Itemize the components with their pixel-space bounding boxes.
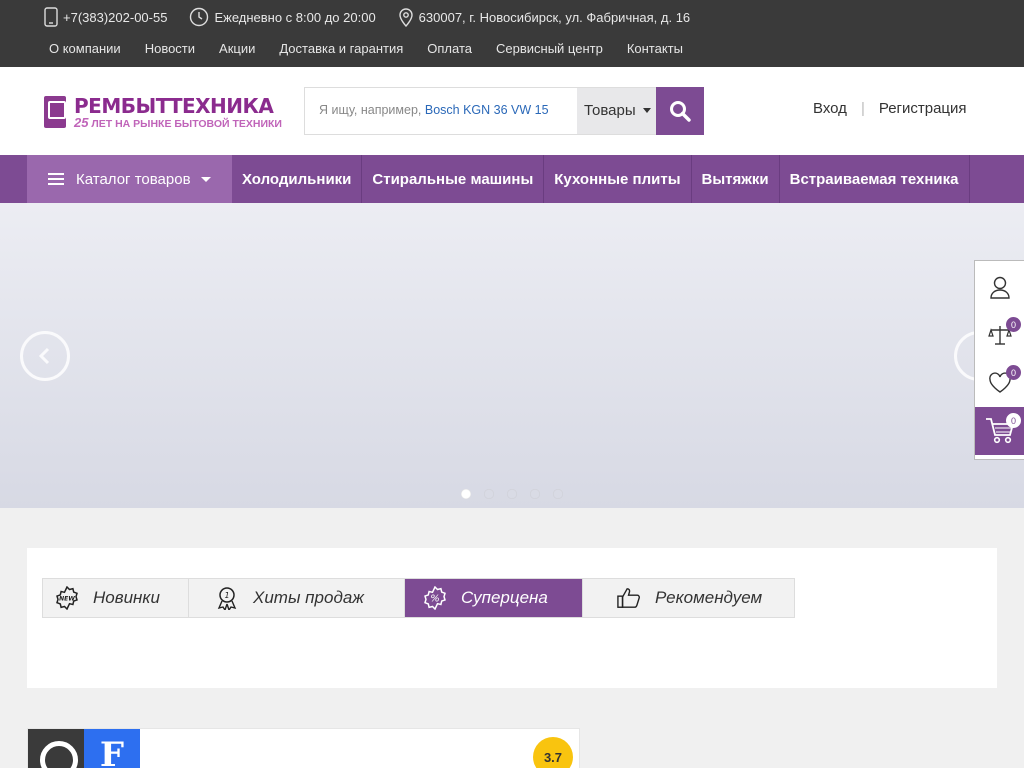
banner-slider: [0, 203, 1024, 508]
rating-badge: 3.7: [533, 737, 573, 768]
tab-label: Суперцена: [461, 588, 548, 607]
top-menu-news[interactable]: Новости: [145, 41, 195, 56]
catalog-button[interactable]: Каталог товаров: [27, 155, 232, 203]
nav-item-stoves[interactable]: Кухонные плиты: [544, 155, 692, 203]
favorites-button[interactable]: 0: [975, 359, 1024, 407]
slider-dot[interactable]: [507, 489, 517, 499]
search-scope-select[interactable]: Товары: [577, 88, 657, 134]
login-link[interactable]: Вход: [813, 100, 847, 117]
main-nav: Каталог товаров Холодильники Стиральные …: [0, 155, 1024, 203]
auth-links: Вход | Регистрация: [813, 100, 967, 117]
cart-count: 0: [1006, 413, 1021, 428]
tab-label: Хиты продаж: [253, 588, 364, 607]
product-tabs: NEW Новинки 1 Хиты продаж % Суперцена Ре…: [42, 578, 795, 618]
cart-button[interactable]: 0: [975, 407, 1024, 455]
address: 630007, г. Новосибирск, ул. Фабричная, д…: [418, 9, 691, 25]
nav-item-washing-machines[interactable]: Стиральные машины: [362, 155, 545, 203]
favorites-count: 0: [1006, 365, 1021, 380]
svg-text:NEW: NEW: [59, 596, 75, 603]
nav-item-built-in[interactable]: Встраиваемая техника: [780, 155, 970, 203]
tab-recommended[interactable]: Рекомендуем: [583, 579, 794, 617]
location-pin-icon: [398, 8, 413, 27]
menu-icon: [48, 170, 64, 188]
percent-icon: %: [423, 586, 447, 610]
search-icon: [670, 101, 691, 122]
logo-mark-icon: [44, 96, 66, 128]
register-link[interactable]: Регистрация: [879, 100, 967, 117]
tab-label: Рекомендуем: [655, 588, 763, 607]
top-menu-delivery[interactable]: Доставка и гарантия: [279, 41, 403, 56]
slider-prev-button[interactable]: [20, 331, 70, 381]
brand-logo[interactable]: F: [84, 729, 140, 768]
logo-tagline: 25 ЛЕТ НА РЫНКЕ БЫТОВОЙ ТЕХНИКИ: [74, 115, 282, 130]
tab-bestsellers[interactable]: 1 Хиты продаж: [189, 579, 405, 617]
svg-text:%: %: [430, 594, 440, 605]
profile-button[interactable]: [975, 263, 1024, 311]
top-menu-service[interactable]: Сервисный центр: [496, 41, 603, 56]
top-bar: +7(383)202-00-55 Ежедневно с 8:00 до 20:…: [0, 0, 1024, 67]
tab-new[interactable]: NEW Новинки: [43, 579, 189, 617]
slider-dot[interactable]: [530, 489, 540, 499]
floating-panel: 0 0 0: [974, 260, 1024, 460]
top-menu-about[interactable]: О компании: [49, 41, 121, 56]
nav-item-refrigerators[interactable]: Холодильники: [232, 155, 363, 203]
slider-dot[interactable]: [461, 489, 471, 499]
nav-item-hoods[interactable]: Вытяжки: [692, 155, 780, 203]
search-scope-label: Товары: [584, 102, 636, 119]
top-menu-contacts[interactable]: Контакты: [627, 41, 683, 56]
slider-dot[interactable]: [484, 489, 494, 499]
user-icon: [989, 276, 1010, 299]
working-hours: Ежедневно с 8:00 до 20:00: [214, 9, 376, 25]
tab-label: Новинки: [93, 588, 160, 607]
slider-dots: [461, 489, 576, 499]
chevron-left-icon: [38, 347, 50, 365]
service-logo-icon[interactable]: [28, 729, 84, 768]
new-badge-icon: NEW: [55, 586, 79, 610]
svg-text:1: 1: [224, 591, 229, 600]
contact-info: +7(383)202-00-55 Ежедневно с 8:00 до 20:…: [44, 7, 712, 27]
hours-contact: Ежедневно с 8:00 до 20:00: [189, 7, 376, 27]
search-bar: Я ищу, например, Bosch KGN 36 VW 15 Това…: [304, 87, 704, 135]
chevron-down-icon: [643, 108, 651, 113]
phone-contact[interactable]: +7(383)202-00-55: [44, 7, 167, 27]
divider: |: [860, 100, 865, 117]
phone-icon: [44, 7, 58, 27]
review-widget: F 3.7: [27, 728, 580, 768]
header: РЕМБЫТТЕХНИКА 25 ЛЕТ НА РЫНКЕ БЫТОВОЙ ТЕ…: [0, 67, 1024, 155]
tab-superprice[interactable]: % Суперцена: [405, 579, 583, 617]
phone-number[interactable]: +7(383)202-00-55: [63, 10, 167, 25]
site-logo[interactable]: РЕМБЫТТЕХНИКА 25 ЛЕТ НА РЫНКЕ БЫТОВОЙ ТЕ…: [44, 94, 282, 130]
catalog-label: Каталог товаров: [76, 170, 191, 188]
address-contact: 630007, г. Новосибирск, ул. Фабричная, д…: [398, 7, 691, 27]
compare-count: 0: [1006, 317, 1021, 332]
chevron-down-icon: [200, 176, 211, 182]
top-menu: О компании Новости Акции Доставка и гара…: [49, 41, 707, 56]
product-tabs-section: NEW Новинки 1 Хиты продаж % Суперцена Ре…: [27, 548, 997, 688]
thumbs-up-icon: [617, 586, 641, 610]
top-menu-payment[interactable]: Оплата: [427, 41, 472, 56]
award-icon: 1: [215, 586, 239, 610]
clock-icon: [190, 7, 209, 27]
slider-dot[interactable]: [553, 489, 563, 499]
search-button[interactable]: [656, 87, 704, 135]
top-menu-promotions[interactable]: Акции: [219, 41, 255, 56]
search-input[interactable]: [305, 88, 576, 134]
compare-button[interactable]: 0: [975, 311, 1024, 359]
